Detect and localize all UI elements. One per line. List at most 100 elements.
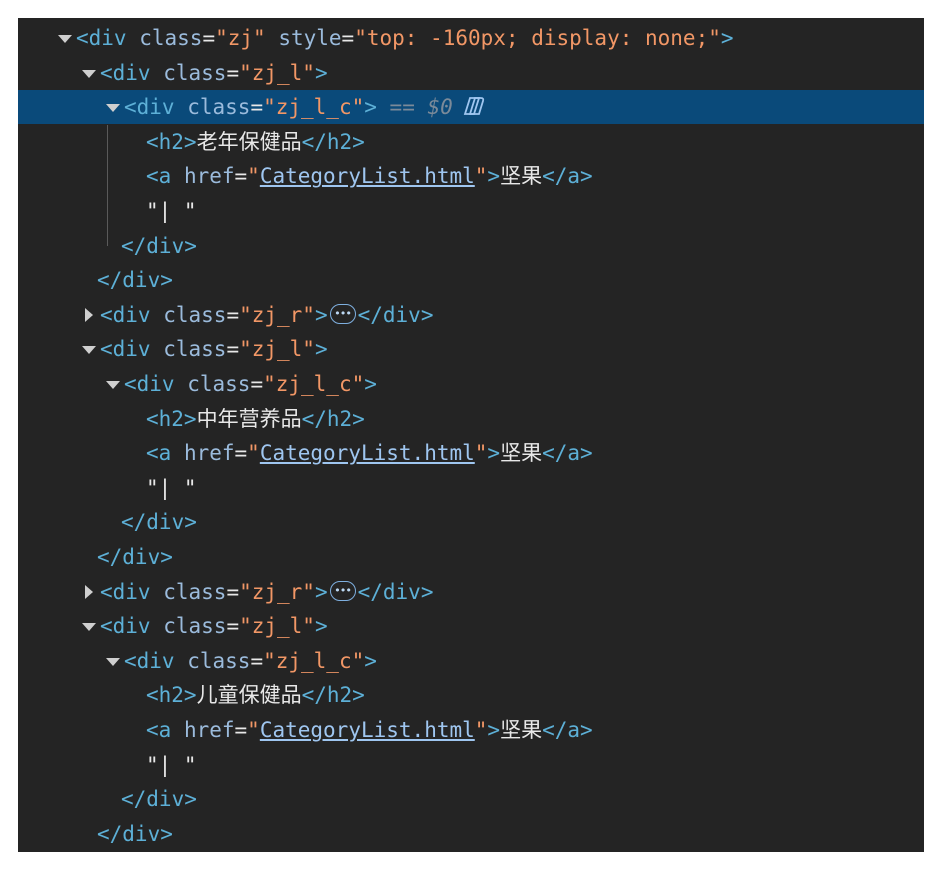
href-link[interactable]: CategoryList.html (260, 436, 475, 470)
dom-node-row[interactable]: <a href="CategoryList.html">坚果</a> (18, 713, 924, 747)
attribute-name: href (183, 164, 235, 189)
tag-token: <div (124, 95, 188, 120)
attribute-value: "zj_l" (239, 337, 315, 362)
tag-token: </div> (121, 787, 197, 812)
dom-node-row[interactable]: "| " (18, 471, 924, 505)
node-code: </div> (97, 540, 173, 574)
tag-token: > (487, 441, 501, 466)
dom-node-row[interactable]: <h2>儿童保健品</h2> (18, 678, 924, 712)
attribute-name: href (183, 718, 235, 742)
dom-node-row[interactable]: </div> (18, 540, 924, 574)
text-token: = (226, 337, 240, 362)
tag-token: > (314, 60, 328, 85)
collapse-arrow-icon[interactable] (80, 56, 98, 90)
tag-token: <div (100, 337, 164, 362)
attribute-value: " (247, 718, 260, 742)
collapse-arrow-icon[interactable] (80, 609, 98, 643)
tag-token: </h2> (301, 406, 365, 431)
tag-token: </div> (357, 579, 434, 604)
text-token: = (250, 95, 264, 120)
tag-token: </a> (542, 718, 593, 742)
expand-arrow-icon[interactable] (80, 298, 98, 332)
attribute-value: "zj_l_c" (263, 95, 365, 120)
text-token: 儿童保健品 (196, 683, 302, 708)
ellipsis-icon[interactable] (329, 297, 356, 331)
attribute-value: " (474, 164, 488, 189)
dom-node-row[interactable]: <a href="CategoryList.html">坚果</a> (18, 436, 924, 470)
text-token: = (202, 26, 216, 50)
node-code: <div class="zj_l"> (100, 56, 328, 90)
dom-node-row[interactable]: </div> (18, 505, 924, 539)
tag-token: </div> (357, 302, 434, 327)
dom-node-row[interactable]: <div class="zj_r"> </div> (18, 574, 924, 609)
dom-node-row[interactable]: </div> (18, 817, 924, 851)
ellipsis-icon[interactable] (329, 574, 356, 608)
attribute-value: " (474, 718, 488, 742)
text-token: "| " (146, 199, 197, 223)
copilot-icon[interactable] (459, 95, 485, 117)
node-code: </div> (121, 229, 197, 263)
tag-token: </a> (542, 164, 593, 189)
tag-token: > (314, 337, 328, 362)
attribute-name: class (163, 579, 227, 604)
tag-token: <a (146, 441, 184, 466)
node-code: <div class="zj_l"> (100, 332, 328, 366)
text-token: 中年营养品 (196, 406, 302, 431)
tag-token: > (364, 372, 377, 396)
dom-node-row[interactable]: "| " (18, 748, 924, 782)
collapse-arrow-icon[interactable] (80, 332, 98, 366)
node-code: <div class="zj_r"> </div> (100, 574, 434, 609)
tag-token: </h2> (301, 683, 365, 708)
text-token: = (250, 648, 264, 673)
collapse-arrow-icon[interactable] (104, 644, 122, 678)
dom-node-row[interactable]: <div class="zj_l"> (18, 609, 924, 643)
tag-token: </div> (121, 510, 197, 535)
dom-node-row[interactable]: <h2>老年保健品</h2> (18, 125, 924, 159)
href-link[interactable]: CategoryList.html (260, 713, 475, 747)
tag-token: <div (100, 302, 164, 327)
tag-token: > (487, 164, 501, 189)
node-code: "| " (146, 471, 197, 505)
node-code: <div class="zj_l"> (100, 609, 328, 643)
attribute-value: "zj_r" (239, 579, 315, 604)
text-token: "| " (146, 752, 197, 777)
node-code: "| " (146, 748, 197, 782)
dom-node-row[interactable]: <div class="zj_l"> (18, 332, 924, 366)
tag-token: <h2> (146, 406, 197, 431)
text-token: 坚果 (500, 164, 543, 189)
collapse-arrow-icon[interactable] (104, 367, 122, 401)
attribute-name: class (163, 337, 227, 362)
href-link[interactable]: CategoryList.html (260, 159, 475, 193)
node-code: </div> (121, 505, 197, 539)
node-code: <a href="CategoryList.html">坚果</a> (146, 713, 593, 747)
node-code: </div> (97, 817, 173, 851)
attribute-value: "zj_l_c" (263, 648, 365, 673)
dom-tree-panel: <div class="zj" style="top: -160px; disp… (18, 18, 924, 852)
dom-node-row[interactable]: <div class="zj" style="top: -160px; disp… (18, 21, 924, 55)
attribute-name: class (187, 648, 251, 673)
tag-token: </div> (97, 821, 173, 846)
attribute-name: class (163, 614, 227, 639)
collapse-arrow-icon[interactable] (56, 21, 74, 55)
dom-node-row[interactable]: </div> (18, 229, 924, 263)
dom-node-row[interactable]: </div> (18, 263, 924, 297)
dom-node-row[interactable]: <div class="zj_l_c"> (18, 367, 924, 401)
attribute-name: href (183, 441, 235, 466)
collapse-arrow-icon[interactable] (104, 90, 122, 124)
attribute-value: "zj_l" (239, 60, 315, 85)
tag-token: </div> (97, 545, 173, 569)
attribute-value: "zj_l" (239, 614, 315, 639)
dom-node-row[interactable]: <div class="zj_r"> </div> (18, 297, 924, 332)
dom-node-row[interactable]: </div> (18, 782, 924, 816)
dom-node-row[interactable]: <h2>中年营养品</h2> (18, 402, 924, 436)
dom-node-row[interactable]: <div class="zj_l_c"> (18, 644, 924, 678)
attribute-value: " (474, 441, 488, 466)
attribute-value: "zj" (215, 26, 266, 50)
dom-node-row[interactable]: <div class="zj_l_c"> == $0 (18, 90, 924, 125)
text-token: = (234, 164, 248, 189)
dom-node-row[interactable]: "| " (18, 194, 924, 228)
dom-node-row[interactable]: <a href="CategoryList.html">坚果</a> (18, 159, 924, 193)
dom-node-row[interactable]: <div class="zj_l"> (18, 56, 924, 90)
expand-arrow-icon[interactable] (80, 575, 98, 609)
